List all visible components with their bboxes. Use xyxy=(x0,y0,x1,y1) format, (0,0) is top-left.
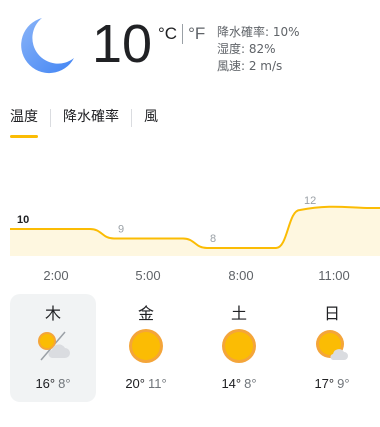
time-label: 8:00 xyxy=(228,268,254,283)
sun-icon xyxy=(129,329,163,363)
high-temp: 17° xyxy=(314,376,335,391)
tab-temperature[interactable]: 温度 xyxy=(10,106,38,138)
time-label: 2:00 xyxy=(43,268,69,283)
chart-data-label: 9 xyxy=(118,224,124,236)
chart-data-label: 10 xyxy=(17,214,29,226)
day-temperatures: 14° 8° xyxy=(196,376,282,391)
high-temp: 16° xyxy=(35,376,56,391)
day-temperatures: 17° 9° xyxy=(289,376,375,391)
day-friday[interactable]: 金 20° 11° xyxy=(103,294,189,402)
moon-icon xyxy=(21,18,74,74)
wind-speed: 風速: 2 m/s xyxy=(217,59,283,73)
partly-cloudy-icon xyxy=(38,331,70,361)
mostly-sunny-icon xyxy=(316,330,348,361)
day-thursday[interactable]: 木 16° 8° xyxy=(10,294,96,402)
sun-icon xyxy=(222,329,256,363)
time-label: 11:00 xyxy=(318,268,350,283)
day-name: 日 xyxy=(323,304,340,323)
time-axis: 2:00 5:00 8:00 11:00 xyxy=(0,268,380,284)
unit-toggle: °C °F xyxy=(158,24,205,44)
day-temperatures: 20° 11° xyxy=(103,376,189,391)
chart-data-label: 8 xyxy=(210,233,216,245)
day-name: 木 xyxy=(44,304,61,323)
unit-separator xyxy=(182,24,184,44)
day-saturday[interactable]: 土 14° 8° xyxy=(196,294,282,402)
high-temp: 14° xyxy=(221,376,242,391)
precipitation-chance: 降水確率: 10% xyxy=(217,25,300,39)
day-temperatures: 16° 8° xyxy=(10,376,96,391)
tab-divider xyxy=(131,109,132,127)
daily-forecast: 木 16° 8° 金 20° 11° 土 14° 8° 日 17° 9° xyxy=(10,294,370,404)
chart-area xyxy=(10,206,380,256)
low-temp: 8° xyxy=(58,376,71,391)
tab-wind[interactable]: 風 xyxy=(144,106,158,130)
unit-fahrenheit[interactable]: °F xyxy=(188,24,205,44)
time-label: 5:00 xyxy=(135,268,161,283)
high-temp: 20° xyxy=(125,376,145,391)
humidity: 湿度: 82% xyxy=(217,42,276,56)
current-temperature: 10 xyxy=(92,14,153,74)
weather-details: 降水確率: 10% 湿度: 82% 風速: 2 m/s xyxy=(217,24,300,75)
unit-celsius[interactable]: °C xyxy=(158,24,177,44)
low-temp: 8° xyxy=(244,376,257,391)
tab-precipitation[interactable]: 降水確率 xyxy=(63,106,119,130)
tab-divider xyxy=(50,109,51,127)
chart-data-label: 12 xyxy=(304,196,316,207)
temperature-chart: 10 9 8 12 xyxy=(10,196,380,256)
low-temp: 11° xyxy=(147,376,167,391)
day-name: 土 xyxy=(230,304,247,323)
chart-tabs: 温度 降水確率 風 xyxy=(10,106,158,138)
day-name: 金 xyxy=(137,304,154,323)
day-sunday[interactable]: 日 17° 9° xyxy=(289,294,375,402)
low-temp: 9° xyxy=(337,376,350,391)
